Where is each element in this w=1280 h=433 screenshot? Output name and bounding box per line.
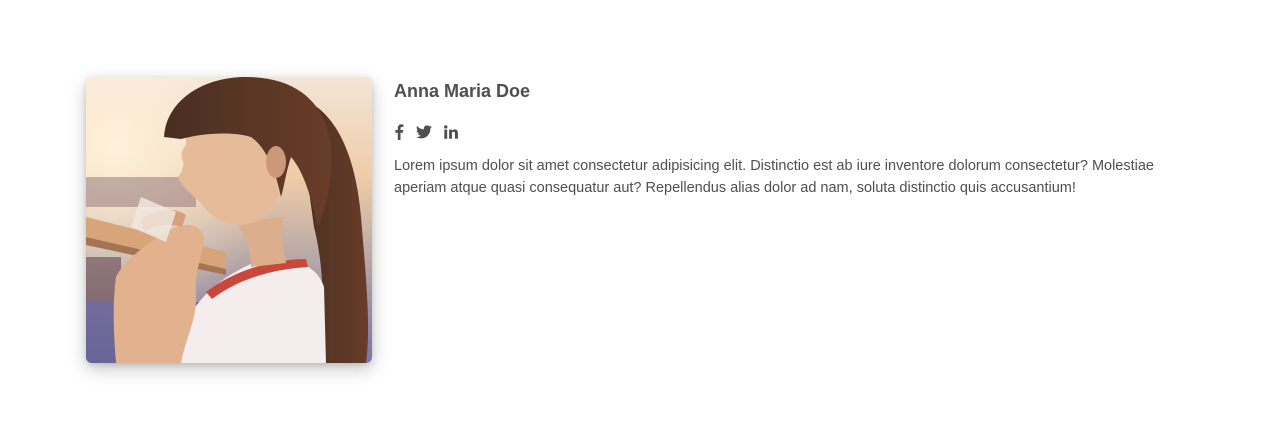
twitter-icon: [416, 125, 432, 139]
twitter-link[interactable]: [416, 125, 432, 139]
team-member-card: Anna Maria Doe Lorem ipsum dolor sit ame…: [86, 77, 1194, 363]
linkedin-link[interactable]: [444, 125, 458, 139]
member-bio: Lorem ipsum dolor sit amet consectetur a…: [394, 158, 1154, 196]
member-photo: [86, 77, 372, 363]
member-info: Anna Maria Doe Lorem ipsum dolor sit ame…: [394, 77, 1194, 199]
member-name: Anna Maria Doe: [394, 81, 531, 101]
linkedin-icon: [444, 125, 458, 139]
facebook-link[interactable]: [394, 124, 404, 140]
facebook-icon: [394, 124, 404, 140]
social-links: [394, 123, 1194, 141]
